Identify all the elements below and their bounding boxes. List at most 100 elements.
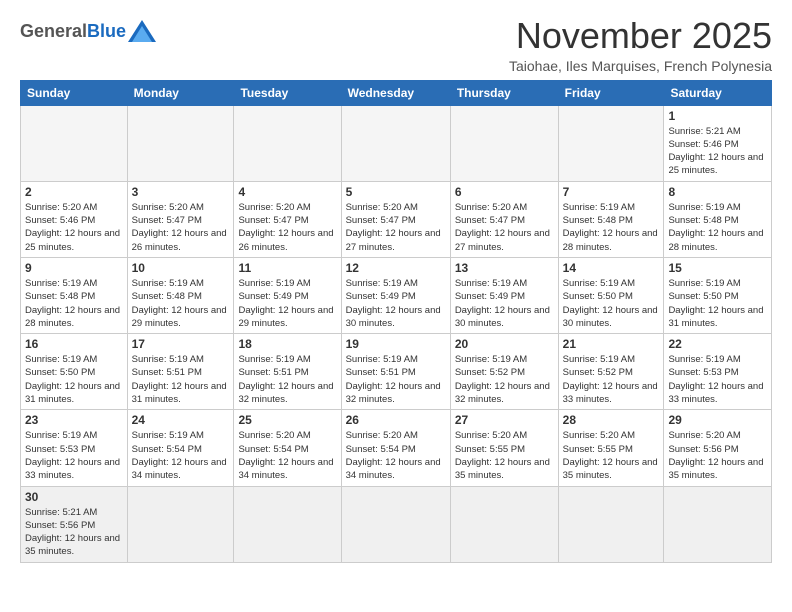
logo-icon <box>128 20 156 42</box>
day-header-sunday: Sunday <box>21 80 128 105</box>
calendar-cell <box>21 105 128 181</box>
month-title: November 2025 <box>509 16 772 56</box>
calendar-cell <box>450 486 558 562</box>
logo: GeneralBlue <box>20 20 156 42</box>
calendar-cell: 5 Sunrise: 5:20 AM Sunset: 5:47 PM Daylig… <box>341 181 450 257</box>
calendar-cell: 30 Sunrise: 5:21 AM Sunset: 5:56 PM Dayli… <box>21 486 128 562</box>
day-number: 20 <box>455 337 554 351</box>
calendar-cell: 19 Sunrise: 5:19 AM Sunset: 5:51 PM Dayli… <box>341 334 450 410</box>
calendar-cell: 6 Sunrise: 5:20 AM Sunset: 5:47 PM Daylig… <box>450 181 558 257</box>
day-info: Sunrise: 5:19 AM Sunset: 5:48 PM Dayligh… <box>132 277 230 330</box>
day-info: Sunrise: 5:19 AM Sunset: 5:53 PM Dayligh… <box>25 429 123 482</box>
day-info: Sunrise: 5:20 AM Sunset: 5:46 PM Dayligh… <box>25 201 123 254</box>
day-info: Sunrise: 5:19 AM Sunset: 5:51 PM Dayligh… <box>132 353 230 406</box>
day-info: Sunrise: 5:20 AM Sunset: 5:56 PM Dayligh… <box>668 429 767 482</box>
day-number: 5 <box>346 185 446 199</box>
calendar-cell: 11Sunrise: 5:19 AM Sunset: 5:49 PM Dayli… <box>234 257 341 333</box>
day-info: Sunrise: 5:19 AM Sunset: 5:48 PM Dayligh… <box>25 277 123 330</box>
logo-general: General <box>20 21 87 42</box>
calendar-cell: 8Sunrise: 5:19 AM Sunset: 5:48 PM Daylig… <box>664 181 772 257</box>
day-number: 26 <box>346 413 446 427</box>
calendar-cell: 2 Sunrise: 5:20 AM Sunset: 5:46 PM Daylig… <box>21 181 128 257</box>
day-number: 15 <box>668 261 767 275</box>
day-header-wednesday: Wednesday <box>341 80 450 105</box>
day-number: 7 <box>563 185 660 199</box>
calendar-cell: 7Sunrise: 5:19 AM Sunset: 5:48 PM Daylig… <box>558 181 664 257</box>
day-number: 3 <box>132 185 230 199</box>
calendar-cell <box>234 105 341 181</box>
day-number: 10 <box>132 261 230 275</box>
day-number: 19 <box>346 337 446 351</box>
calendar-cell: 13 Sunrise: 5:19 AM Sunset: 5:49 PM Dayli… <box>450 257 558 333</box>
calendar-cell: 23 Sunrise: 5:19 AM Sunset: 5:53 PM Dayli… <box>21 410 128 486</box>
day-number: 4 <box>238 185 336 199</box>
calendar-cell: 10 Sunrise: 5:19 AM Sunset: 5:48 PM Dayli… <box>127 257 234 333</box>
calendar-cell <box>127 105 234 181</box>
day-number: 9 <box>25 261 123 275</box>
calendar: SundayMondayTuesdayWednesdayThursdayFrid… <box>20 80 772 563</box>
day-info: Sunrise: 5:19 AM Sunset: 5:49 PM Dayligh… <box>455 277 554 330</box>
day-number: 13 <box>455 261 554 275</box>
day-number: 30 <box>25 490 123 504</box>
day-number: 6 <box>455 185 554 199</box>
day-info: Sunrise: 5:20 AM Sunset: 5:47 PM Dayligh… <box>132 201 230 254</box>
day-number: 28 <box>563 413 660 427</box>
day-info: Sunrise: 5:19 AM Sunset: 5:53 PM Dayligh… <box>668 353 767 406</box>
day-number: 17 <box>132 337 230 351</box>
day-info: Sunrise: 5:19 AM Sunset: 5:51 PM Dayligh… <box>238 353 336 406</box>
calendar-cell: 20 Sunrise: 5:19 AM Sunset: 5:52 PM Dayli… <box>450 334 558 410</box>
day-header-thursday: Thursday <box>450 80 558 105</box>
calendar-cell <box>234 486 341 562</box>
logo-blue: Blue <box>87 21 126 42</box>
calendar-cell: 12Sunrise: 5:19 AM Sunset: 5:49 PM Dayli… <box>341 257 450 333</box>
calendar-week-2: 2 Sunrise: 5:20 AM Sunset: 5:46 PM Daylig… <box>21 181 772 257</box>
day-number: 11 <box>238 261 336 275</box>
calendar-cell <box>341 105 450 181</box>
calendar-week-3: 9 Sunrise: 5:19 AM Sunset: 5:48 PM Daylig… <box>21 257 772 333</box>
calendar-cell <box>664 486 772 562</box>
calendar-cell: 22Sunrise: 5:19 AM Sunset: 5:53 PM Dayli… <box>664 334 772 410</box>
calendar-cell: 9 Sunrise: 5:19 AM Sunset: 5:48 PM Daylig… <box>21 257 128 333</box>
day-header-friday: Friday <box>558 80 664 105</box>
calendar-cell: 4 Sunrise: 5:20 AM Sunset: 5:47 PM Daylig… <box>234 181 341 257</box>
calendar-week-5: 23 Sunrise: 5:19 AM Sunset: 5:53 PM Dayli… <box>21 410 772 486</box>
calendar-cell: 17 Sunrise: 5:19 AM Sunset: 5:51 PM Dayli… <box>127 334 234 410</box>
day-info: Sunrise: 5:20 AM Sunset: 5:55 PM Dayligh… <box>455 429 554 482</box>
calendar-cell: 16Sunrise: 5:19 AM Sunset: 5:50 PM Dayli… <box>21 334 128 410</box>
day-number: 21 <box>563 337 660 351</box>
day-info: Sunrise: 5:19 AM Sunset: 5:52 PM Dayligh… <box>455 353 554 406</box>
calendar-cell <box>450 105 558 181</box>
calendar-cell: 21 Sunrise: 5:19 AM Sunset: 5:52 PM Dayli… <box>558 334 664 410</box>
calendar-cell <box>341 486 450 562</box>
day-number: 1 <box>668 109 767 123</box>
day-info: Sunrise: 5:20 AM Sunset: 5:47 PM Dayligh… <box>238 201 336 254</box>
day-info: Sunrise: 5:20 AM Sunset: 5:47 PM Dayligh… <box>455 201 554 254</box>
day-info: Sunrise: 5:19 AM Sunset: 5:51 PM Dayligh… <box>346 353 446 406</box>
day-info: Sunrise: 5:21 AM Sunset: 5:56 PM Dayligh… <box>25 506 123 559</box>
day-info: Sunrise: 5:19 AM Sunset: 5:49 PM Dayligh… <box>346 277 446 330</box>
calendar-header-row: SundayMondayTuesdayWednesdayThursdayFrid… <box>21 80 772 105</box>
calendar-cell <box>558 105 664 181</box>
calendar-cell: 26Sunrise: 5:20 AM Sunset: 5:54 PM Dayli… <box>341 410 450 486</box>
day-info: Sunrise: 5:19 AM Sunset: 5:50 PM Dayligh… <box>25 353 123 406</box>
subtitle: Taiohae, Iles Marquises, French Polynesi… <box>509 58 772 74</box>
day-number: 23 <box>25 413 123 427</box>
day-number: 8 <box>668 185 767 199</box>
day-info: Sunrise: 5:20 AM Sunset: 5:47 PM Dayligh… <box>346 201 446 254</box>
calendar-cell: 28Sunrise: 5:20 AM Sunset: 5:55 PM Dayli… <box>558 410 664 486</box>
day-number: 2 <box>25 185 123 199</box>
calendar-cell: 25Sunrise: 5:20 AM Sunset: 5:54 PM Dayli… <box>234 410 341 486</box>
day-number: 25 <box>238 413 336 427</box>
day-info: Sunrise: 5:19 AM Sunset: 5:54 PM Dayligh… <box>132 429 230 482</box>
calendar-cell: 1Sunrise: 5:21 AM Sunset: 5:46 PM Daylig… <box>664 105 772 181</box>
logo-area: GeneralBlue <box>20 16 156 42</box>
title-area: November 2025 Taiohae, Iles Marquises, F… <box>509 16 772 74</box>
calendar-week-1: 1Sunrise: 5:21 AM Sunset: 5:46 PM Daylig… <box>21 105 772 181</box>
calendar-cell <box>558 486 664 562</box>
day-number: 29 <box>668 413 767 427</box>
day-header-tuesday: Tuesday <box>234 80 341 105</box>
day-info: Sunrise: 5:19 AM Sunset: 5:52 PM Dayligh… <box>563 353 660 406</box>
day-number: 24 <box>132 413 230 427</box>
day-header-monday: Monday <box>127 80 234 105</box>
calendar-cell: 24 Sunrise: 5:19 AM Sunset: 5:54 PM Dayli… <box>127 410 234 486</box>
